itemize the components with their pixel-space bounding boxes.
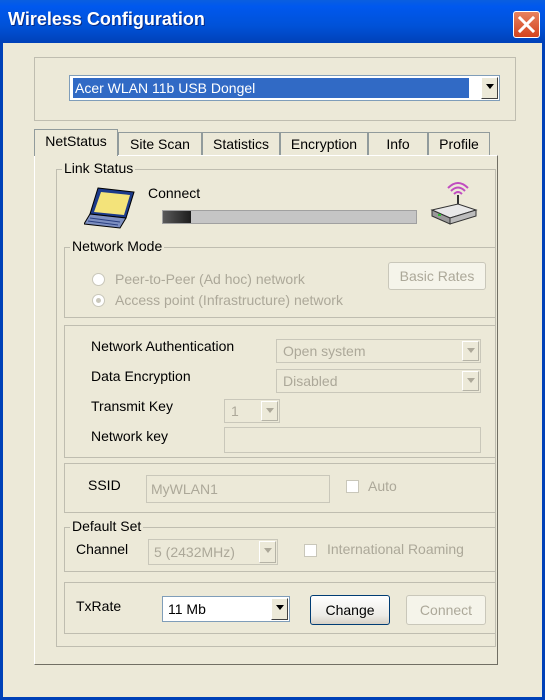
laptop-icon [84,187,135,229]
access-point-icon [430,182,478,225]
tab-site-scan[interactable]: Site Scan [118,132,202,155]
connect-button[interactable]: Connect [406,595,486,625]
tab-netstatus[interactable]: NetStatus [34,129,118,156]
link-status-legend: Link Status [62,160,136,176]
adhoc-radio-label: Peer-to-Peer (Ad hoc) network [115,271,305,287]
tab-label: Site Scan [130,136,190,152]
transmit-key-label: Transmit Key [91,398,173,414]
international-roaming-label: International Roaming [327,541,464,557]
chevron-down-icon [462,341,479,361]
auth-label: Network Authentication [91,338,235,354]
tab-encryption[interactable]: Encryption [280,132,368,155]
auto-ssid-checkbox[interactable] [346,480,359,493]
channel-select[interactable]: 5 (2432MHz) [148,539,278,565]
basic-rates-button[interactable]: Basic Rates [388,262,486,290]
default-set-legend: Default Set [70,518,144,534]
tab-info[interactable]: Info [368,132,428,155]
tab-label: NetStatus [45,133,107,149]
encryption-label: Data Encryption [91,368,191,384]
ssid-value: MyWLAN1 [151,481,218,497]
chevron-down-icon[interactable] [481,77,498,99]
tab-label: Profile [439,136,479,152]
close-icon [517,15,536,34]
auto-ssid-label: Auto [368,478,397,494]
chevron-down-icon [259,541,276,563]
device-select[interactable]: Acer WLAN 11b USB Dongel [69,75,500,101]
tab-label: Statistics [212,136,269,152]
window-title: Wireless Configuration [8,9,205,29]
infrastructure-radio-label: Access point (Infrastructure) network [115,292,343,308]
tab-profile[interactable]: Profile [428,132,490,155]
connection-status-text: Connect [148,185,201,201]
chevron-down-icon [462,371,479,391]
infrastructure-radio[interactable] [92,294,105,307]
title-bar: Wireless Configuration [0,0,545,43]
channel-select-value: 5 (2432MHz) [154,544,235,560]
auth-select[interactable]: Open system [276,339,481,363]
tab-statistics[interactable]: Statistics [202,132,280,155]
tab-label: Encryption [290,136,358,152]
txrate-select[interactable]: 11 Mb [162,596,290,622]
txrate-label: TxRate [76,598,122,614]
international-roaming-checkbox[interactable] [304,544,317,557]
transmit-key-value: 1 [231,403,239,419]
transmit-key-select[interactable]: 1 [224,399,280,423]
encryption-select-value: Disabled [283,373,338,389]
network-key-label: Network key [91,428,169,444]
signal-strength-fill [163,211,191,223]
encryption-select[interactable]: Disabled [276,369,481,393]
device-select-value: Acer WLAN 11b USB Dongel [73,78,469,98]
signal-strength-bar [162,210,417,224]
network-mode-legend: Network Mode [70,238,165,254]
txrate-select-value: 11 Mb [168,601,206,617]
ssid-input[interactable]: MyWLAN1 [146,475,330,503]
auth-select-value: Open system [283,343,366,359]
change-button[interactable]: Change [310,595,390,625]
network-key-input[interactable] [224,427,481,453]
chevron-down-icon[interactable] [271,598,288,620]
close-button[interactable] [513,11,540,38]
ssid-label: SSID [88,477,121,493]
tab-label: Info [386,136,410,152]
adhoc-radio[interactable] [92,273,105,286]
channel-label: Channel [76,541,129,557]
chevron-down-icon [261,401,278,421]
